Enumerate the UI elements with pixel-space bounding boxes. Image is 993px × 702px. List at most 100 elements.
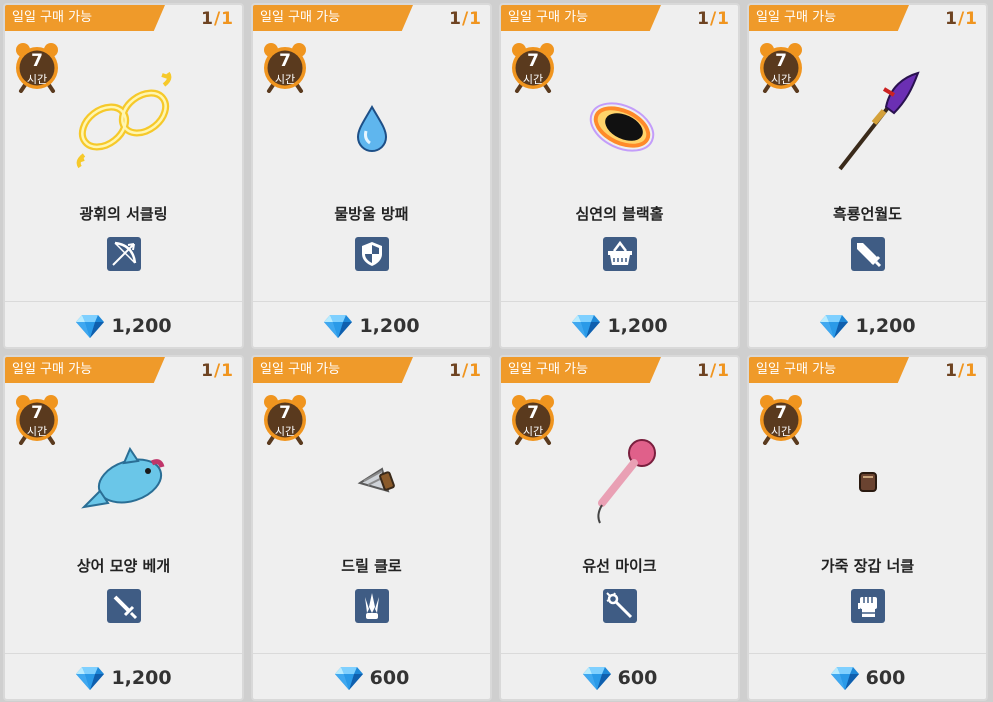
greatsword-icon [850, 237, 885, 271]
shop-item-card[interactable]: 일일 구매 가능 1/1 7 시간 심연의 블랙홀 1,200 [499, 3, 740, 349]
divider [501, 653, 738, 654]
claw-icon [354, 589, 389, 623]
shop-item-card[interactable]: 일일 구매 가능 1/1 7 시간 드릴 클로 600 [251, 355, 492, 701]
price-row: 600 [253, 665, 490, 691]
alarm-clock-timer: 7 시간 [509, 393, 557, 445]
item-name: 상어 모양 베개 [76, 557, 171, 575]
drill-claw-icon [312, 417, 432, 527]
item-name: 물방울 방패 [334, 205, 409, 223]
shield-icon [354, 237, 389, 271]
purchase-limit-counter: 1/1 [697, 9, 730, 29]
purchase-limit-counter: 1/1 [449, 361, 482, 381]
timer-value: 7 [31, 403, 43, 423]
price-value: 1,200 [111, 315, 172, 337]
staff-icon [602, 589, 637, 623]
alarm-clock-timer: 7 시간 [13, 41, 61, 93]
item-name: 드릴 클로 [341, 557, 402, 575]
timer-value: 7 [775, 403, 787, 423]
price-row: 1,200 [501, 313, 738, 339]
price-value: 1,200 [359, 315, 420, 337]
price-row: 1,200 [5, 313, 242, 339]
alarm-clock-timer: 7 시간 [261, 393, 309, 445]
blue-diamond-icon [830, 667, 859, 690]
purchase-limit-counter: 1/1 [201, 361, 234, 381]
timer-value: 7 [31, 51, 43, 71]
timer-unit: 시간 [522, 425, 544, 438]
divider [5, 653, 242, 654]
alarm-clock-timer: 7 시간 [261, 41, 309, 93]
price-row: 600 [749, 665, 986, 691]
item-name: 흑룡언월도 [832, 205, 902, 223]
water-drop-icon [312, 65, 432, 175]
purchase-limit-counter: 1/1 [697, 361, 730, 381]
blue-diamond-icon [334, 667, 363, 690]
timer-unit: 시간 [274, 425, 296, 438]
timer-unit: 시간 [522, 73, 544, 86]
divider [749, 653, 986, 654]
divider [749, 301, 986, 302]
daily-purchase-badge: 일일 구매 가능 [5, 357, 165, 383]
price-row: 1,200 [253, 313, 490, 339]
blue-diamond-icon [572, 315, 601, 338]
blue-diamond-icon [76, 667, 105, 690]
timer-unit: 시간 [26, 73, 48, 86]
shop-item-card[interactable]: 일일 구매 가능 1/1 7 시간 가죽 장갑 너클 600 [747, 355, 988, 701]
price-row: 600 [501, 665, 738, 691]
divider [253, 301, 490, 302]
purchase-limit-counter: 1/1 [945, 361, 978, 381]
shop-item-card[interactable]: 일일 구매 가능 1/1 7 시간 상어 모양 베개 1,200 [3, 355, 244, 701]
price-row: 1,200 [5, 665, 242, 691]
price-value: 600 [865, 667, 906, 689]
timer-unit: 시간 [770, 425, 792, 438]
item-name: 유선 마이크 [582, 557, 657, 575]
shop-item-card[interactable]: 일일 구매 가능 1/1 7 시간 광휘의 서클링 1,200 [3, 3, 244, 349]
item-name: 광휘의 서클링 [79, 205, 168, 223]
sword-icon [106, 589, 141, 623]
daily-purchase-badge: 일일 구매 가능 [501, 357, 661, 383]
purchase-limit-counter: 1/1 [449, 9, 482, 29]
item-name: 심연의 블랙홀 [575, 205, 664, 223]
timer-value: 7 [279, 403, 291, 423]
blue-diamond-icon [582, 667, 611, 690]
blue-diamond-icon [820, 315, 849, 338]
blue-diamond-icon [76, 315, 105, 338]
daily-purchase-badge: 일일 구매 가능 [501, 5, 661, 31]
daily-purchase-badge: 일일 구매 가능 [253, 5, 413, 31]
glaive-icon [808, 65, 928, 175]
price-value: 600 [617, 667, 658, 689]
price-value: 600 [369, 667, 410, 689]
purchase-limit-counter: 1/1 [201, 9, 234, 29]
price-value: 1,200 [111, 667, 172, 689]
daily-purchase-badge: 일일 구매 가능 [5, 5, 165, 31]
leather-knuckle-icon [808, 417, 928, 527]
daily-purchase-badge: 일일 구매 가능 [749, 5, 909, 31]
divider [253, 653, 490, 654]
basket-icon [602, 237, 637, 271]
alarm-clock-timer: 7 시간 [757, 393, 805, 445]
fist-icon [850, 589, 885, 623]
alarm-clock-timer: 7 시간 [13, 393, 61, 445]
divider [501, 301, 738, 302]
golden-infinity-ring-icon [64, 65, 184, 175]
item-name: 가죽 장갑 너클 [820, 557, 915, 575]
shop-item-card[interactable]: 일일 구매 가능 1/1 7 시간 흑룡언월도 1,200 [747, 3, 988, 349]
shop-grid: 일일 구매 가능 1/1 7 시간 광휘의 서클링 1,200 일일 구매 가능… [3, 3, 988, 701]
timer-unit: 시간 [770, 73, 792, 86]
daily-purchase-badge: 일일 구매 가능 [749, 357, 909, 383]
timer-value: 7 [527, 51, 539, 71]
alarm-clock-timer: 7 시간 [509, 41, 557, 93]
timer-unit: 시간 [26, 425, 48, 438]
price-value: 1,200 [607, 315, 668, 337]
shop-item-card[interactable]: 일일 구매 가능 1/1 7 시간 물방울 방패 1,200 [251, 3, 492, 349]
timer-value: 7 [775, 51, 787, 71]
shark-pillow-icon [64, 417, 184, 527]
bow-icon [106, 237, 141, 271]
timer-unit: 시간 [274, 73, 296, 86]
price-row: 1,200 [749, 313, 986, 339]
divider [5, 301, 242, 302]
daily-purchase-badge: 일일 구매 가능 [253, 357, 413, 383]
shop-item-card[interactable]: 일일 구매 가능 1/1 7 시간 유선 마이크 600 [499, 355, 740, 701]
blue-diamond-icon [324, 315, 353, 338]
purchase-limit-counter: 1/1 [945, 9, 978, 29]
black-hole-icon [560, 65, 680, 175]
